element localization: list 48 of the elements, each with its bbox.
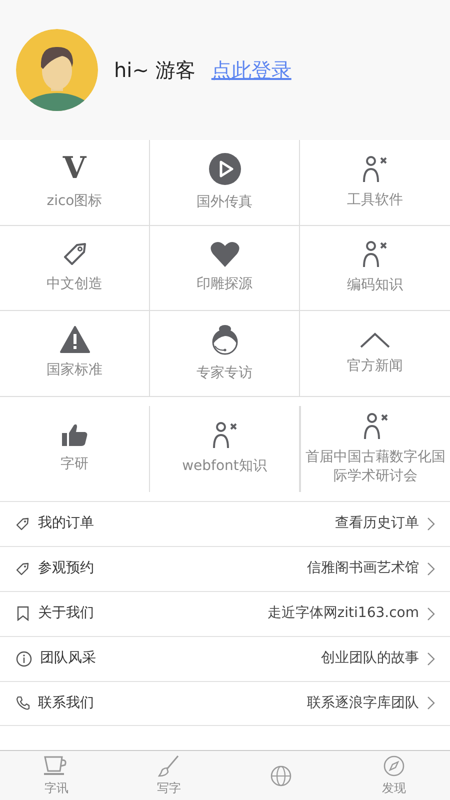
greeting: hi~ 游客 xyxy=(114,57,196,84)
menu-row[interactable]: 参观预约 信雅阁书画艺术馆 xyxy=(0,546,450,590)
chevron-right-icon xyxy=(427,606,435,620)
menu-row[interactable]: 我的订单 查看历史订单 xyxy=(0,500,450,546)
globe-icon xyxy=(270,764,292,786)
chevron-right-icon xyxy=(427,516,435,530)
grid-item[interactable]: 国家标准 xyxy=(42,326,106,380)
person-icon xyxy=(212,421,238,450)
bookmark-icon xyxy=(16,606,30,621)
grid-item[interactable]: 字研 xyxy=(56,423,92,474)
grid-item[interactable]: 中文创造 xyxy=(42,241,106,294)
grid-item[interactable]: 专家专访 xyxy=(192,324,256,383)
chevron-up-icon xyxy=(360,330,390,349)
grid-item[interactable]: 官方新闻 xyxy=(343,330,407,376)
grid-item[interactable]: 首届中国古藉数字化国际学术研讨会 xyxy=(301,412,450,486)
person-icon xyxy=(362,412,388,440)
login-link[interactable]: 点此登录 xyxy=(211,55,292,85)
chevron-right-icon xyxy=(427,696,435,710)
grid-item[interactable]: V zico图标 xyxy=(42,154,106,211)
chevron-right-icon xyxy=(427,562,435,576)
tag-icon xyxy=(16,562,30,576)
tag-icon xyxy=(16,516,30,530)
warning-icon xyxy=(60,326,90,354)
menu-row[interactable]: 关于我们 走近字体网ziti163.com xyxy=(0,590,450,636)
grid-item[interactable]: 编码知识 xyxy=(343,240,407,296)
brush-icon xyxy=(158,754,180,776)
grid-item[interactable]: 印雕探源 xyxy=(192,241,256,294)
play-icon xyxy=(208,152,240,185)
grid-item[interactable]: 工具软件 xyxy=(343,154,407,210)
grid-item[interactable]: webfont知识 xyxy=(178,421,271,476)
grid-item[interactable]: 国外传真 xyxy=(192,152,256,212)
heart-icon xyxy=(210,241,240,268)
tag-icon xyxy=(62,241,88,268)
phone-icon xyxy=(16,696,30,710)
cup-icon xyxy=(43,754,70,776)
tab[interactable]: 发现 xyxy=(338,751,450,800)
person-icon xyxy=(362,154,388,183)
chevron-right-icon xyxy=(427,652,435,666)
headset-icon xyxy=(210,324,240,356)
v-icon: V xyxy=(62,154,86,184)
tab[interactable]: 写字 xyxy=(112,751,225,800)
menu-row[interactable]: 联系我们 联系逐浪字库团队 xyxy=(0,680,450,726)
menu-row[interactable]: 团队风采 创业团队的故事 xyxy=(0,636,450,680)
person-icon xyxy=(362,240,388,268)
compass-icon xyxy=(382,754,405,776)
tab[interactable]: 字讯 xyxy=(0,751,112,800)
info-icon xyxy=(16,650,32,666)
thumbs-up-icon xyxy=(62,423,88,448)
